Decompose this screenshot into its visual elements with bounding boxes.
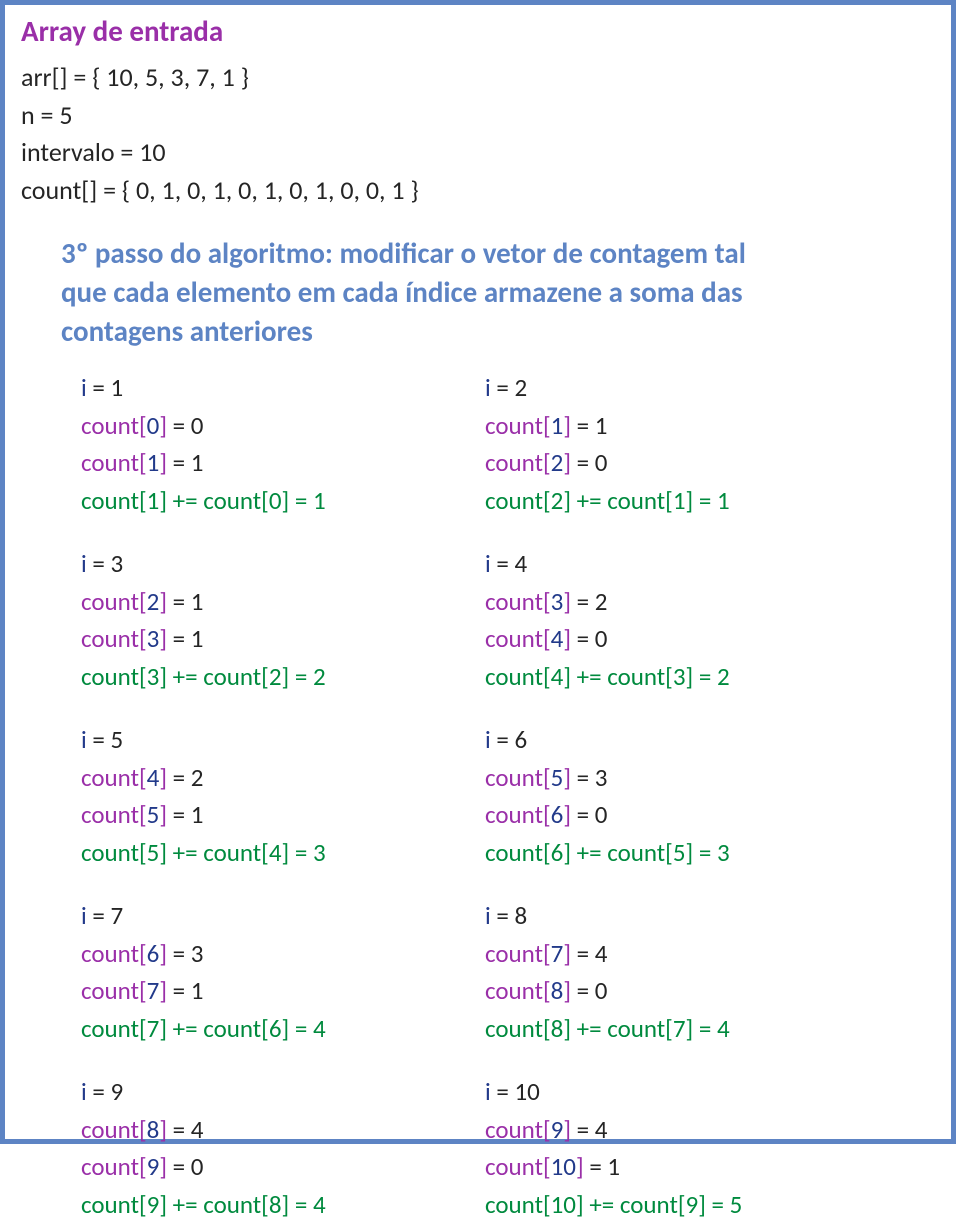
iter-prev-line: count[5] = 3	[485, 759, 845, 797]
input-line-intervalo: intervalo = 10	[21, 134, 935, 172]
iter-i-line: i = 3	[81, 545, 441, 583]
iteration-block: i = 2 count[1] = 1 count[2] = 0 count[2]…	[485, 369, 845, 519]
iter-prev-line: count[7] = 4	[485, 935, 845, 973]
iter-result-line: count[2] += count[1] = 1	[485, 482, 845, 520]
algorithm-panel: Array de entrada arr[] = { 10, 5, 3, 7, …	[0, 0, 956, 1144]
iteration-block: i = 8 count[7] = 4 count[8] = 0 count[8]…	[485, 897, 845, 1047]
iter-cur-line: count[7] = 1	[81, 972, 441, 1010]
iter-i-line: i = 5	[81, 721, 441, 759]
iter-result-line: count[10] += count[9] = 5	[485, 1186, 845, 1223]
iter-prev-line: count[6] = 3	[81, 935, 441, 973]
iter-cur-line: count[10] = 1	[485, 1148, 845, 1186]
iteration-block: i = 5 count[4] = 2 count[5] = 1 count[5]…	[81, 721, 441, 871]
iteration-row: i = 7 count[6] = 3 count[7] = 1 count[7]…	[81, 897, 935, 1047]
input-line-n: n = 5	[21, 97, 935, 135]
iter-prev-line: count[2] = 1	[81, 583, 441, 621]
step-title: 3º passo do algoritmo: modificar o vetor…	[61, 234, 781, 351]
iter-result-line: count[3] += count[2] = 2	[81, 658, 441, 696]
iter-cur-line: count[8] = 0	[485, 972, 845, 1010]
section-title: Array de entrada	[21, 13, 935, 49]
iter-prev-line: count[4] = 2	[81, 759, 441, 797]
iter-cur-line: count[1] = 1	[81, 444, 441, 482]
iteration-row: i = 3 count[2] = 1 count[3] = 1 count[3]…	[81, 545, 935, 695]
iteration-row: i = 1 count[0] = 0 count[1] = 1 count[1]…	[81, 369, 935, 519]
iter-result-line: count[6] += count[5] = 3	[485, 834, 845, 872]
iteration-block: i = 9 count[8] = 4 count[9] = 0 count[9]…	[81, 1073, 441, 1223]
iter-cur-line: count[4] = 0	[485, 620, 845, 658]
iter-i-line: i = 10	[485, 1073, 845, 1111]
iteration-row: i = 9 count[8] = 4 count[9] = 0 count[9]…	[81, 1073, 935, 1223]
iter-prev-line: count[8] = 4	[81, 1111, 441, 1149]
iteration-grid: i = 1 count[0] = 0 count[1] = 1 count[1]…	[81, 369, 935, 1223]
input-line-count: count[] = { 0, 1, 0, 1, 0, 1, 0, 1, 0, 0…	[21, 172, 935, 210]
iter-result-line: count[8] += count[7] = 4	[485, 1010, 845, 1048]
iter-result-line: count[1] += count[0] = 1	[81, 482, 441, 520]
iter-result-line: count[4] += count[3] = 2	[485, 658, 845, 696]
iter-prev-line: count[1] = 1	[485, 407, 845, 445]
iteration-block: i = 1 count[0] = 0 count[1] = 1 count[1]…	[81, 369, 441, 519]
iter-prev-line: count[9] = 4	[485, 1111, 845, 1149]
iter-i-line: i = 7	[81, 897, 441, 935]
iteration-block: i = 7 count[6] = 3 count[7] = 1 count[7]…	[81, 897, 441, 1047]
iter-result-line: count[5] += count[4] = 3	[81, 834, 441, 872]
iteration-block: i = 3 count[2] = 1 count[3] = 1 count[3]…	[81, 545, 441, 695]
iteration-block: i = 10 count[9] = 4 count[10] = 1 count[…	[485, 1073, 845, 1223]
iter-cur-line: count[9] = 0	[81, 1148, 441, 1186]
iteration-block: i = 6 count[5] = 3 count[6] = 0 count[6]…	[485, 721, 845, 871]
iter-i-line: i = 6	[485, 721, 845, 759]
iter-prev-line: count[3] = 2	[485, 583, 845, 621]
iter-i-line: i = 2	[485, 369, 845, 407]
iteration-row: i = 5 count[4] = 2 count[5] = 1 count[5]…	[81, 721, 935, 871]
iter-cur-line: count[3] = 1	[81, 620, 441, 658]
iter-result-line: count[9] += count[8] = 4	[81, 1186, 441, 1223]
iter-cur-line: count[2] = 0	[485, 444, 845, 482]
iter-result-line: count[7] += count[6] = 4	[81, 1010, 441, 1048]
iter-prev-line: count[0] = 0	[81, 407, 441, 445]
iteration-block: i = 4 count[3] = 2 count[4] = 0 count[4]…	[485, 545, 845, 695]
input-line-arr: arr[] = { 10, 5, 3, 7, 1 }	[21, 59, 935, 97]
iter-cur-line: count[6] = 0	[485, 796, 845, 834]
iter-i-line: i = 8	[485, 897, 845, 935]
iter-cur-line: count[5] = 1	[81, 796, 441, 834]
iter-i-line: i = 1	[81, 369, 441, 407]
iter-i-line: i = 4	[485, 545, 845, 583]
iter-i-line: i = 9	[81, 1073, 441, 1111]
